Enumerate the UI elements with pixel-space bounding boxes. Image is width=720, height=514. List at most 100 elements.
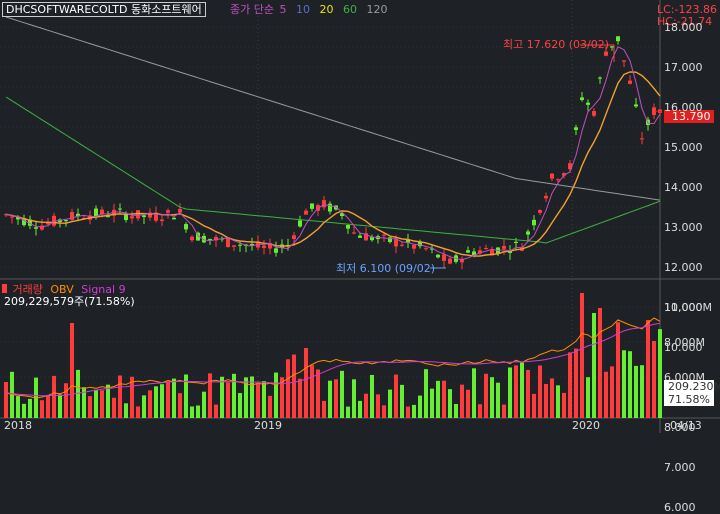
volume-bar bbox=[586, 377, 590, 418]
volume-bar bbox=[358, 400, 362, 418]
volume-bar bbox=[310, 365, 314, 418]
volume-bar bbox=[382, 405, 386, 418]
volume-bar bbox=[4, 382, 8, 418]
candle-body bbox=[622, 60, 626, 62]
volume-bar bbox=[376, 394, 380, 418]
candle-body bbox=[160, 219, 164, 222]
volume-bar bbox=[166, 381, 170, 418]
ma-20[interactable]: 20 bbox=[319, 3, 333, 16]
symbol-box[interactable]: DHCSOFTWARECOLTD 동화소프트웨어 bbox=[2, 2, 206, 17]
volume-bar bbox=[520, 362, 524, 418]
volume-bar bbox=[556, 385, 560, 418]
volume-bar bbox=[580, 293, 584, 418]
volume-bar bbox=[142, 395, 146, 418]
volume-bar bbox=[274, 372, 278, 418]
candle-body bbox=[502, 245, 506, 249]
candle-body bbox=[448, 258, 452, 264]
low-annotation: 최저 6.100 (09/02) bbox=[336, 262, 436, 275]
volume-bar bbox=[250, 376, 254, 418]
volume-bar bbox=[562, 392, 566, 418]
candle-body bbox=[292, 235, 296, 240]
stock-chart-window: DHCSOFTWARECOLTD 동화소프트웨어 종가 단순 5 10 20 6… bbox=[0, 0, 720, 514]
volume-bar bbox=[418, 395, 422, 418]
volume-bar bbox=[430, 388, 434, 418]
volume-bar bbox=[406, 406, 410, 418]
candle-body bbox=[532, 219, 536, 226]
candle-body bbox=[328, 203, 332, 212]
candle-body bbox=[442, 254, 446, 261]
volume-bar bbox=[436, 380, 440, 418]
volume-bar bbox=[604, 371, 608, 418]
volume-bar bbox=[226, 382, 230, 418]
volume-bar bbox=[484, 373, 488, 418]
high-annotation: 최고 17.620 (03/02) bbox=[503, 38, 610, 51]
volume-bar bbox=[178, 393, 182, 418]
volume-bar bbox=[478, 404, 482, 418]
volume-bar bbox=[616, 322, 620, 418]
volume-bar bbox=[112, 397, 116, 418]
ma5-line bbox=[5, 46, 661, 261]
candle-body bbox=[298, 220, 302, 227]
price-tick: 16.000 bbox=[664, 101, 703, 114]
volume-bar bbox=[448, 389, 452, 418]
volume-bar bbox=[64, 383, 68, 418]
volume-tick-1: 8,000M bbox=[664, 336, 705, 349]
price-tick: 7.000 bbox=[664, 461, 696, 474]
candle-body bbox=[616, 36, 620, 42]
volume-bar bbox=[16, 396, 20, 418]
ma-60[interactable]: 60 bbox=[343, 3, 357, 16]
ma-5[interactable]: 5 bbox=[279, 3, 286, 16]
volume-bar bbox=[268, 395, 272, 418]
volume-bar bbox=[652, 341, 656, 418]
candle-body bbox=[394, 239, 398, 247]
volume-bar bbox=[658, 329, 662, 418]
candle-body bbox=[232, 245, 236, 247]
volume-bar bbox=[52, 375, 56, 418]
chart-canvas[interactable] bbox=[0, 0, 720, 433]
volume-color-swatch bbox=[2, 284, 7, 293]
candle-body bbox=[628, 80, 632, 84]
volume-bar bbox=[160, 384, 164, 418]
candle-body bbox=[550, 173, 554, 179]
volume-bar bbox=[442, 380, 446, 418]
volume-bar bbox=[514, 365, 518, 418]
company-name: 동화소프트웨어 bbox=[130, 3, 202, 16]
volume-bar bbox=[424, 369, 428, 418]
candle-body bbox=[610, 46, 614, 48]
candle-body bbox=[10, 216, 14, 218]
volume-bar bbox=[628, 351, 632, 418]
candle-body bbox=[358, 235, 362, 238]
candle-body bbox=[634, 104, 638, 107]
candle-body bbox=[166, 210, 170, 213]
volume-bar bbox=[598, 308, 602, 418]
candle-body bbox=[142, 215, 146, 218]
candle-body bbox=[640, 138, 644, 140]
candle-body bbox=[304, 210, 308, 215]
volume-bar bbox=[646, 319, 650, 418]
volume-bar bbox=[220, 376, 224, 418]
volume-bar bbox=[292, 354, 296, 418]
volume-bar bbox=[88, 396, 92, 418]
obv-line bbox=[5, 317, 661, 399]
candle-body bbox=[526, 231, 530, 235]
x-label-2019: 2019 bbox=[254, 419, 282, 432]
candle-body bbox=[544, 195, 548, 199]
ma-120[interactable]: 120 bbox=[366, 3, 387, 16]
candle-body bbox=[94, 208, 98, 217]
candle-body bbox=[598, 77, 602, 79]
ma-label[interactable]: 종가 단순 bbox=[230, 3, 274, 16]
volume-bar bbox=[388, 389, 392, 418]
volume-bar bbox=[454, 403, 458, 418]
price-tick: 18.000 bbox=[664, 21, 703, 34]
ma-10[interactable]: 10 bbox=[296, 3, 310, 16]
volume-bar bbox=[496, 382, 500, 418]
volume-bar bbox=[100, 390, 104, 418]
candle-body bbox=[538, 210, 542, 213]
obv-pct-box: 71.58% bbox=[664, 393, 714, 406]
candle-body bbox=[64, 220, 68, 222]
volume-bar bbox=[148, 390, 152, 418]
candle-body bbox=[592, 111, 596, 116]
symbol-code: DHCSOFTWARECOLTD bbox=[6, 3, 128, 16]
volume-bar bbox=[286, 359, 290, 418]
candle-body bbox=[238, 244, 242, 246]
